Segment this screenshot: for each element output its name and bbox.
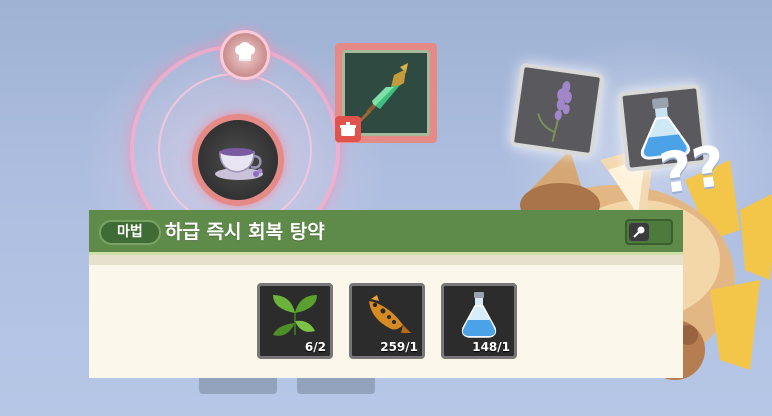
ingredient-slot-fish[interactable]: 259/1	[349, 283, 425, 359]
ingredient-count: 259/1	[380, 340, 418, 354]
tooltip-header: 마법 하급 즉시 회복 탕약	[89, 210, 683, 255]
ingredient-count: 6/2	[304, 340, 326, 354]
hidden-button-stub	[297, 378, 375, 394]
ingredient-count: 148/1	[472, 340, 510, 354]
hidden-button-stub	[199, 378, 277, 394]
herb-leaves-icon	[273, 295, 317, 336]
question-marks: ??	[655, 133, 730, 208]
category-tag: 마법	[99, 220, 161, 245]
chef-hat-icon	[235, 42, 255, 61]
recipe-title: 하급 즉시 회복 탕약	[165, 221, 325, 243]
fish-icon	[369, 295, 411, 333]
teacup-icon	[215, 148, 263, 180]
pin-toggle[interactable]	[625, 219, 673, 245]
pin-icon	[633, 226, 645, 238]
ingredient-slot-potion[interactable]: 148/1	[441, 283, 517, 359]
ingredient-slot-herb[interactable]: 6/2	[257, 283, 333, 359]
potion-bottle-icon	[461, 292, 497, 338]
header-divider	[89, 255, 683, 265]
lavender-icon	[537, 81, 572, 142]
recipe-tooltip-panel: 마법 하급 즉시 회복 탕약 6/2 259/1 148/1	[89, 210, 683, 378]
pin-knob[interactable]	[629, 223, 649, 241]
cooking-pot-badge	[335, 116, 361, 142]
pot-icon	[340, 122, 356, 136]
lavender-card	[509, 62, 605, 158]
